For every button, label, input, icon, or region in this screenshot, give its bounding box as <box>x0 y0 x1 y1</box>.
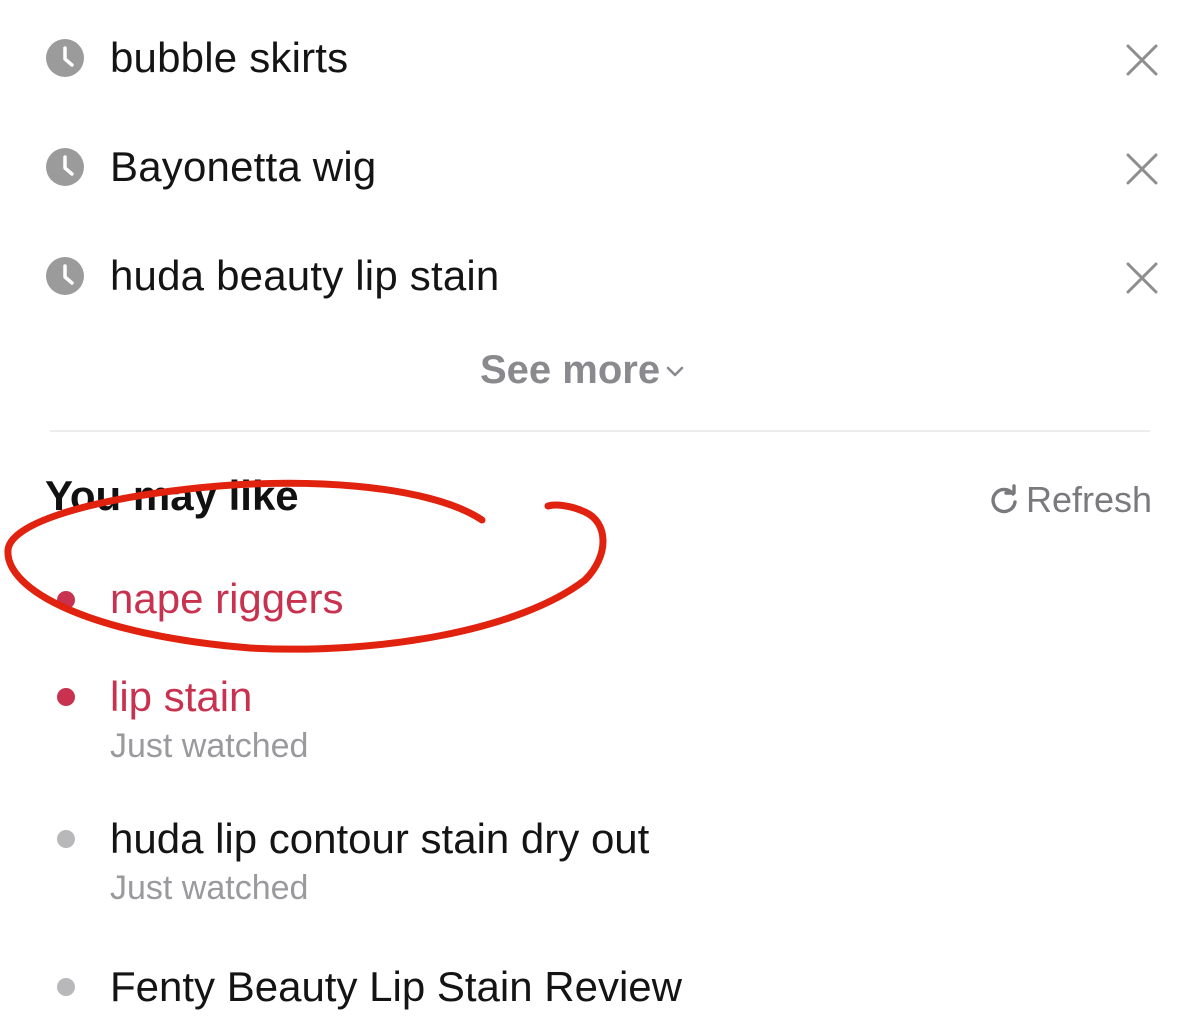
chevron-down-icon <box>666 366 684 377</box>
see-more-button[interactable]: See more <box>480 345 686 395</box>
close-icon[interactable] <box>1122 258 1162 298</box>
suggestion-subtitle: Just watched <box>110 727 309 765</box>
history-item-label: Bayonetta wig <box>110 143 377 190</box>
suggestion-subtitle: Just watched <box>110 869 309 907</box>
suggestion-label: Fenty Beauty Lip Stain Review <box>110 963 682 1010</box>
suggestion-item[interactable]: Fenty Beauty Lip Stain Review <box>0 960 1200 1020</box>
suggestion-item[interactable]: nape riggers <box>0 570 1200 640</box>
suggestion-dot <box>57 830 75 848</box>
clock-icon <box>46 148 84 186</box>
close-icon[interactable] <box>1122 149 1162 189</box>
history-item-label: bubble skirts <box>110 34 349 81</box>
suggestion-item[interactable]: huda lip contour stain dry out Just watc… <box>0 812 1200 912</box>
close-icon[interactable] <box>1122 40 1162 80</box>
see-more-label: See more <box>480 347 661 392</box>
suggestion-label: lip stain <box>110 673 253 720</box>
clock-icon <box>46 257 84 295</box>
history-item-label: huda beauty lip stain <box>110 252 500 299</box>
refresh-button[interactable]: Refresh <box>988 478 1152 522</box>
history-item[interactable]: huda beauty lip stain <box>0 236 1200 316</box>
clock-icon <box>46 39 84 77</box>
refresh-icon <box>991 484 1017 514</box>
suggestion-label: huda lip contour stain dry out <box>110 815 650 862</box>
refresh-label: Refresh <box>1026 479 1153 520</box>
history-item[interactable]: Bayonetta wig <box>0 127 1200 207</box>
trending-dot <box>57 688 75 706</box>
suggestion-label: nape riggers <box>110 575 344 622</box>
suggestion-item[interactable]: lip stain Just watched <box>0 670 1200 770</box>
section-title: You may like <box>45 472 299 519</box>
trending-dot <box>57 591 75 609</box>
suggestion-dot <box>57 978 75 996</box>
history-item[interactable]: bubble skirts <box>0 18 1200 98</box>
section-divider <box>50 430 1150 432</box>
